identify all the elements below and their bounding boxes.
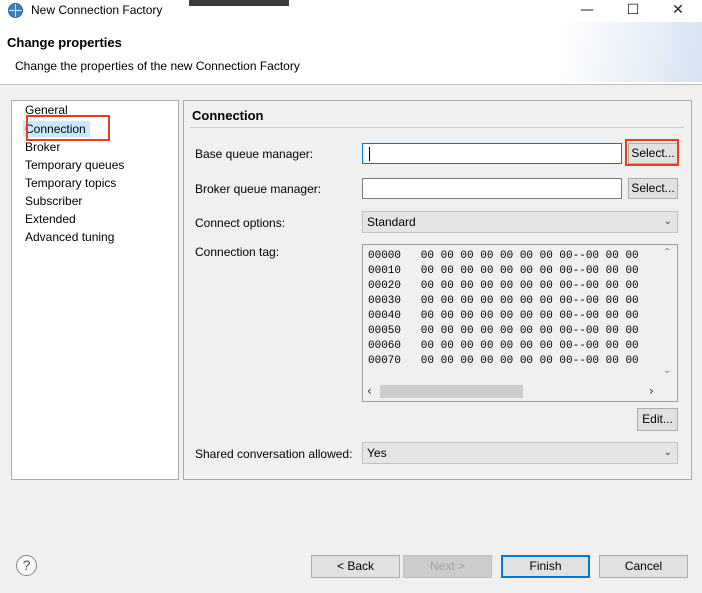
horizontal-scrollbar[interactable]: ‹ › xyxy=(363,383,677,401)
nav-item-subscriber[interactable]: Subscriber xyxy=(25,193,82,209)
nav-item-advanced-tuning[interactable]: Advanced tuning xyxy=(25,229,114,245)
hex-row: 00040 00 00 00 00 00 00 00 00--00 00 00 xyxy=(368,310,639,322)
minimize-icon[interactable]: — xyxy=(564,0,610,22)
hex-row: 00070 00 00 00 00 00 00 00 00--00 00 00 xyxy=(368,355,639,367)
page-subtitle: Change the properties of the new Connect… xyxy=(15,59,300,73)
scroll-up-icon[interactable]: ⌃ xyxy=(663,247,671,258)
connection-tag-label: Connection tag: xyxy=(195,245,280,259)
page-title: Change properties xyxy=(7,35,122,50)
title-bar: New Connection Factory — ☐ ✕ xyxy=(0,0,702,22)
text-caret xyxy=(369,147,370,161)
chevron-down-icon: ⌄ xyxy=(663,447,672,458)
chevron-down-icon: ⌄ xyxy=(663,216,672,227)
scroll-down-icon[interactable]: ⌄ xyxy=(663,365,671,376)
overlay-tooltip xyxy=(189,0,289,6)
broker-queue-manager-label: Broker queue manager: xyxy=(195,182,322,196)
highlight-box-connection xyxy=(26,115,110,141)
cancel-button[interactable]: Cancel xyxy=(599,555,688,578)
nav-item-broker[interactable]: Broker xyxy=(25,139,60,155)
nav-item-extended[interactable]: Extended xyxy=(25,211,76,227)
edit-button[interactable]: Edit... xyxy=(637,408,678,431)
help-icon[interactable]: ? xyxy=(16,555,37,576)
back-button[interactable]: < Back xyxy=(311,555,400,578)
horizontal-scroll-thumb[interactable] xyxy=(380,385,523,398)
connect-options-value: Standard xyxy=(367,215,416,229)
connect-options-dropdown[interactable]: Standard ⌄ xyxy=(362,211,678,233)
base-queue-manager-input[interactable] xyxy=(362,143,622,164)
next-button[interactable]: Next > xyxy=(403,555,492,578)
section-divider xyxy=(190,127,684,128)
shared-conversation-label: Shared conversation allowed: xyxy=(195,447,353,461)
broker-qm-select-button[interactable]: Select... xyxy=(628,178,678,199)
shared-conversation-dropdown[interactable]: Yes ⌄ xyxy=(362,442,678,464)
hex-row: 00010 00 00 00 00 00 00 00 00--00 00 00 xyxy=(368,265,639,277)
connection-tag-hex-view[interactable]: 00000 00 00 00 00 00 00 00 00--00 00 00 … xyxy=(362,244,678,402)
hex-row: 00060 00 00 00 00 00 00 00 00--00 00 00 xyxy=(368,340,639,352)
header-banner-decoration xyxy=(560,22,702,82)
hex-row: 00050 00 00 00 00 00 00 00 00--00 00 00 xyxy=(368,325,639,337)
hex-row: 00020 00 00 00 00 00 00 00 00--00 00 00 xyxy=(368,280,639,292)
maximize-icon[interactable]: ☐ xyxy=(610,0,656,22)
wizard-header: Change properties Change the properties … xyxy=(0,22,702,86)
base-queue-manager-label: Base queue manager: xyxy=(195,147,314,161)
vertical-scrollbar[interactable]: ⌃ ⌄ xyxy=(660,245,677,383)
scroll-right-icon[interactable]: › xyxy=(649,384,654,398)
finish-button[interactable]: Finish xyxy=(501,555,590,578)
highlight-box-select xyxy=(625,139,679,166)
globe-app-icon xyxy=(8,3,23,18)
hex-row: 00000 00 00 00 00 00 00 00 00--00 00 00 xyxy=(368,250,639,262)
hex-row: 00030 00 00 00 00 00 00 00 00--00 00 00 xyxy=(368,295,639,307)
nav-item-temporary-topics[interactable]: Temporary topics xyxy=(25,175,116,191)
nav-item-temporary-queues[interactable]: Temporary queues xyxy=(25,157,124,173)
window-title: New Connection Factory xyxy=(31,3,163,17)
section-title: Connection xyxy=(192,108,264,123)
scroll-left-icon[interactable]: ‹ xyxy=(367,384,372,398)
shared-conversation-value: Yes xyxy=(367,446,387,460)
broker-queue-manager-input[interactable] xyxy=(362,178,622,199)
close-icon[interactable]: ✕ xyxy=(655,0,701,22)
connect-options-label: Connect options: xyxy=(195,216,286,230)
